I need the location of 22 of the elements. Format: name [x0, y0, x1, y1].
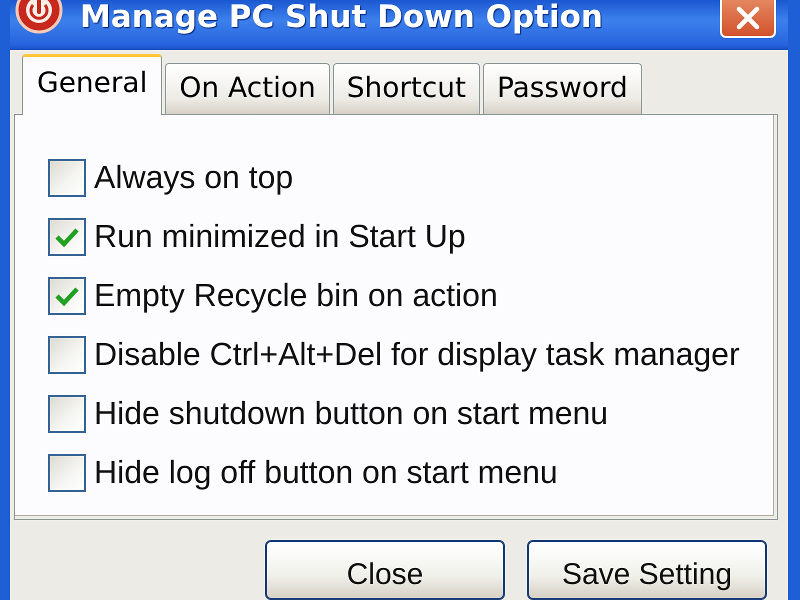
- checkbox[interactable]: [48, 395, 86, 434]
- tab[interactable]: Shortcut: [332, 62, 480, 114]
- option-label: Always on top: [94, 160, 294, 196]
- checkbox[interactable]: [48, 159, 86, 198]
- option-label: Run minimized in Start Up: [94, 219, 466, 255]
- window-title: Manage PC Shut Down Option: [80, 0, 603, 34]
- window-close-button[interactable]: [720, 0, 776, 38]
- tab[interactable]: Password: [483, 62, 642, 114]
- checkbox[interactable]: [48, 277, 86, 316]
- option-label: Disable Ctrl+Alt+Del for display task manager: [94, 337, 740, 373]
- power-icon: [14, 0, 64, 34]
- checkbox[interactable]: [48, 336, 86, 374]
- checkbox[interactable]: [48, 454, 86, 492]
- dialog-button[interactable]: Save Setting: [527, 540, 767, 600]
- option-label: Empty Recycle bin on action: [94, 278, 498, 314]
- option-label: Hide log off button on start menu: [94, 455, 558, 491]
- close-icon: [735, 5, 761, 31]
- checkbox[interactable]: [48, 218, 86, 256]
- tab[interactable]: On Action: [165, 62, 330, 114]
- option-label: Hide shutdown button on start menu: [94, 396, 608, 432]
- tab[interactable]: General: [22, 54, 162, 115]
- dialog-button[interactable]: Close: [265, 540, 505, 600]
